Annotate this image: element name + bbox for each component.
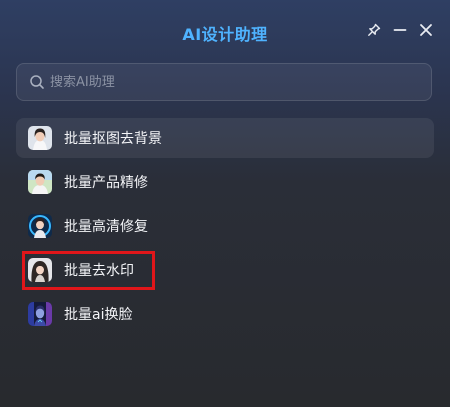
- avatar: [28, 214, 52, 238]
- close-icon: [420, 24, 432, 36]
- assistant-item-remove-background[interactable]: 批量抠图去背景: [16, 118, 434, 158]
- search-input[interactable]: [50, 67, 431, 97]
- assistant-item-product-retouch[interactable]: 批量产品精修: [16, 162, 434, 202]
- close-button[interactable]: [416, 20, 436, 40]
- search-box[interactable]: [16, 63, 432, 101]
- search-icon: [30, 75, 44, 89]
- assistant-window: AI设计助理 搜索AI助理 批量抠图去背景 批量产品精修 批量高清修复 批量去水…: [0, 0, 450, 407]
- assistant-item-label: 批量ai换脸: [64, 307, 133, 323]
- avatar: [28, 258, 52, 282]
- assistant-item-label: 批量产品精修: [64, 175, 148, 191]
- assistant-item-remove-watermark[interactable]: 批量去水印: [16, 250, 434, 290]
- assistant-list: 批量抠图去背景 批量产品精修 批量高清修复 批量去水印 批量ai换脸: [16, 118, 434, 338]
- minimize-icon: [393, 29, 407, 31]
- title-bar: AI设计助理: [0, 0, 450, 62]
- avatar: [28, 170, 52, 194]
- assistant-item-label: 批量去水印: [64, 263, 134, 279]
- assistant-item-ai-face-swap[interactable]: 批量ai换脸: [16, 294, 434, 334]
- minimize-button[interactable]: [390, 20, 410, 40]
- avatar: [28, 126, 52, 150]
- pin-icon: [368, 23, 381, 36]
- assistant-item-hd-restore[interactable]: 批量高清修复: [16, 206, 434, 246]
- pin-button[interactable]: [364, 20, 384, 40]
- assistant-item-label: 批量抠图去背景: [64, 131, 162, 147]
- assistant-item-label: 批量高清修复: [64, 219, 148, 235]
- avatar: [28, 302, 52, 326]
